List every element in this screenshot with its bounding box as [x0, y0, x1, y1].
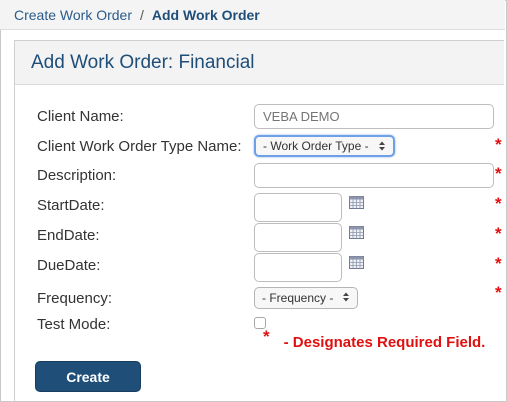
start-date-input[interactable]	[254, 193, 342, 222]
test-mode-label: Test Mode:	[37, 316, 111, 333]
due-date-input[interactable]	[254, 253, 342, 282]
updown-arrow-icon	[343, 292, 350, 302]
updown-arrow-icon	[378, 141, 385, 151]
breadcrumb-separator: /	[140, 7, 144, 23]
client-name-row: Client Name:	[37, 104, 507, 130]
create-button[interactable]: Create	[35, 361, 141, 392]
description-label: Description:	[37, 167, 117, 184]
required-marker: *	[495, 224, 502, 243]
frequency-select[interactable]: - Frequency -	[254, 287, 359, 309]
legend-text: - Designates Required Field.	[283, 334, 486, 351]
work-order-type-select[interactable]: - Work Order Type -	[254, 135, 395, 157]
due-date-row: DueDate: *	[37, 253, 507, 282]
work-order-type-selected: - Work Order Type -	[263, 139, 369, 153]
frequency-label: Frequency:	[37, 290, 113, 307]
legend-marker: *	[263, 327, 270, 346]
required-marker: *	[495, 164, 502, 183]
work-order-type-label: Client Work Order Type Name:	[37, 138, 242, 155]
client-name-label: Client Name:	[37, 108, 124, 125]
required-marker: *	[495, 254, 502, 273]
frequency-row: Frequency: - Frequency - *	[37, 283, 507, 312]
description-row: Description: *	[37, 163, 507, 189]
description-input[interactable]	[254, 163, 494, 188]
start-date-row: StartDate: *	[37, 193, 507, 222]
panel-title: Add Work Order: Financial	[15, 41, 504, 85]
due-date-label: DueDate:	[37, 257, 101, 274]
start-date-label: StartDate:	[37, 197, 105, 214]
breadcrumb-current: Add Work Order	[151, 7, 260, 23]
calendar-icon[interactable]	[349, 256, 364, 269]
required-legend: * - Designates Required Field.	[263, 327, 486, 352]
end-date-label: EndDate:	[37, 227, 100, 244]
form-panel: Add Work Order: Financial Client Name: C…	[14, 40, 504, 402]
required-marker: *	[495, 283, 502, 302]
end-date-row: EndDate: *	[37, 223, 507, 252]
breadcrumb: Create Work Order / Add Work Order	[0, 0, 505, 30]
calendar-icon[interactable]	[349, 226, 364, 239]
breadcrumb-link-create-work-order[interactable]: Create Work Order	[14, 7, 132, 23]
end-date-input[interactable]	[254, 223, 342, 252]
required-marker: *	[495, 135, 502, 154]
required-marker: *	[495, 194, 502, 213]
calendar-icon[interactable]	[349, 196, 364, 209]
client-name-input[interactable]	[254, 104, 494, 129]
work-order-type-row: Client Work Order Type Name: - Work Orde…	[37, 134, 507, 160]
frequency-selected: - Frequency -	[262, 291, 334, 305]
